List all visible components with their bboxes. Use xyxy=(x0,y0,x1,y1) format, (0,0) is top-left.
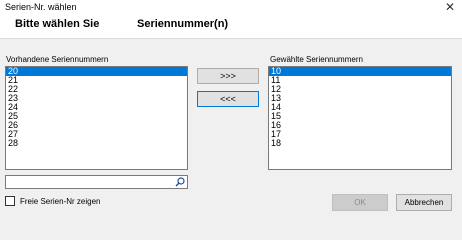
list-item[interactable]: 27 xyxy=(6,130,187,139)
list-item[interactable]: 22 xyxy=(6,85,187,94)
ok-button[interactable]: OK xyxy=(332,194,388,211)
search-input[interactable] xyxy=(5,175,188,189)
list-item[interactable]: 18 xyxy=(269,139,451,148)
list-item[interactable]: 23 xyxy=(6,94,187,103)
list-item[interactable]: 10 xyxy=(269,67,451,76)
list-item[interactable]: 25 xyxy=(6,112,187,121)
list-item[interactable]: 15 xyxy=(269,112,451,121)
remove-serials-button[interactable]: <<< xyxy=(197,91,259,107)
chosen-serials-label: Gewählte Seriennummern xyxy=(270,55,363,64)
add-serials-button[interactable]: >>> xyxy=(197,68,259,84)
list-item[interactable]: 24 xyxy=(6,103,187,112)
free-serials-label: Freie Serien-Nr zeigen xyxy=(20,197,101,206)
available-serials-label: Vorhandene Seriennummern xyxy=(6,55,109,64)
dialog-header: Bitte wählen Sie Seriennummer(n) xyxy=(0,15,462,39)
search-icon[interactable] xyxy=(175,177,185,187)
header-choose-label: Bitte wählen Sie xyxy=(15,18,100,30)
list-item[interactable]: 16 xyxy=(269,121,451,130)
list-item[interactable]: 14 xyxy=(269,103,451,112)
close-icon[interactable]: ✕ xyxy=(442,0,458,15)
cancel-button[interactable]: Abbrechen xyxy=(396,194,452,211)
window-title: Serien-Nr. wählen xyxy=(5,2,77,12)
list-item[interactable]: 11 xyxy=(269,76,451,85)
available-serials-list[interactable]: 20 21 22 23 24 25 26 27 28 xyxy=(5,66,188,170)
list-item[interactable]: 26 xyxy=(6,121,187,130)
list-item[interactable]: 20 xyxy=(6,67,187,76)
title-bar: Serien-Nr. wählen ✕ xyxy=(0,0,462,15)
header-serial-label: Seriennummer(n) xyxy=(137,18,229,30)
list-item[interactable]: 12 xyxy=(269,85,451,94)
list-item[interactable]: 17 xyxy=(269,130,451,139)
list-item[interactable]: 28 xyxy=(6,139,187,148)
free-serials-checkbox[interactable] xyxy=(5,196,15,206)
chosen-serials-list[interactable]: 10 11 12 13 14 15 16 17 18 xyxy=(268,66,452,170)
list-item[interactable]: 13 xyxy=(269,94,451,103)
list-item[interactable]: 21 xyxy=(6,76,187,85)
